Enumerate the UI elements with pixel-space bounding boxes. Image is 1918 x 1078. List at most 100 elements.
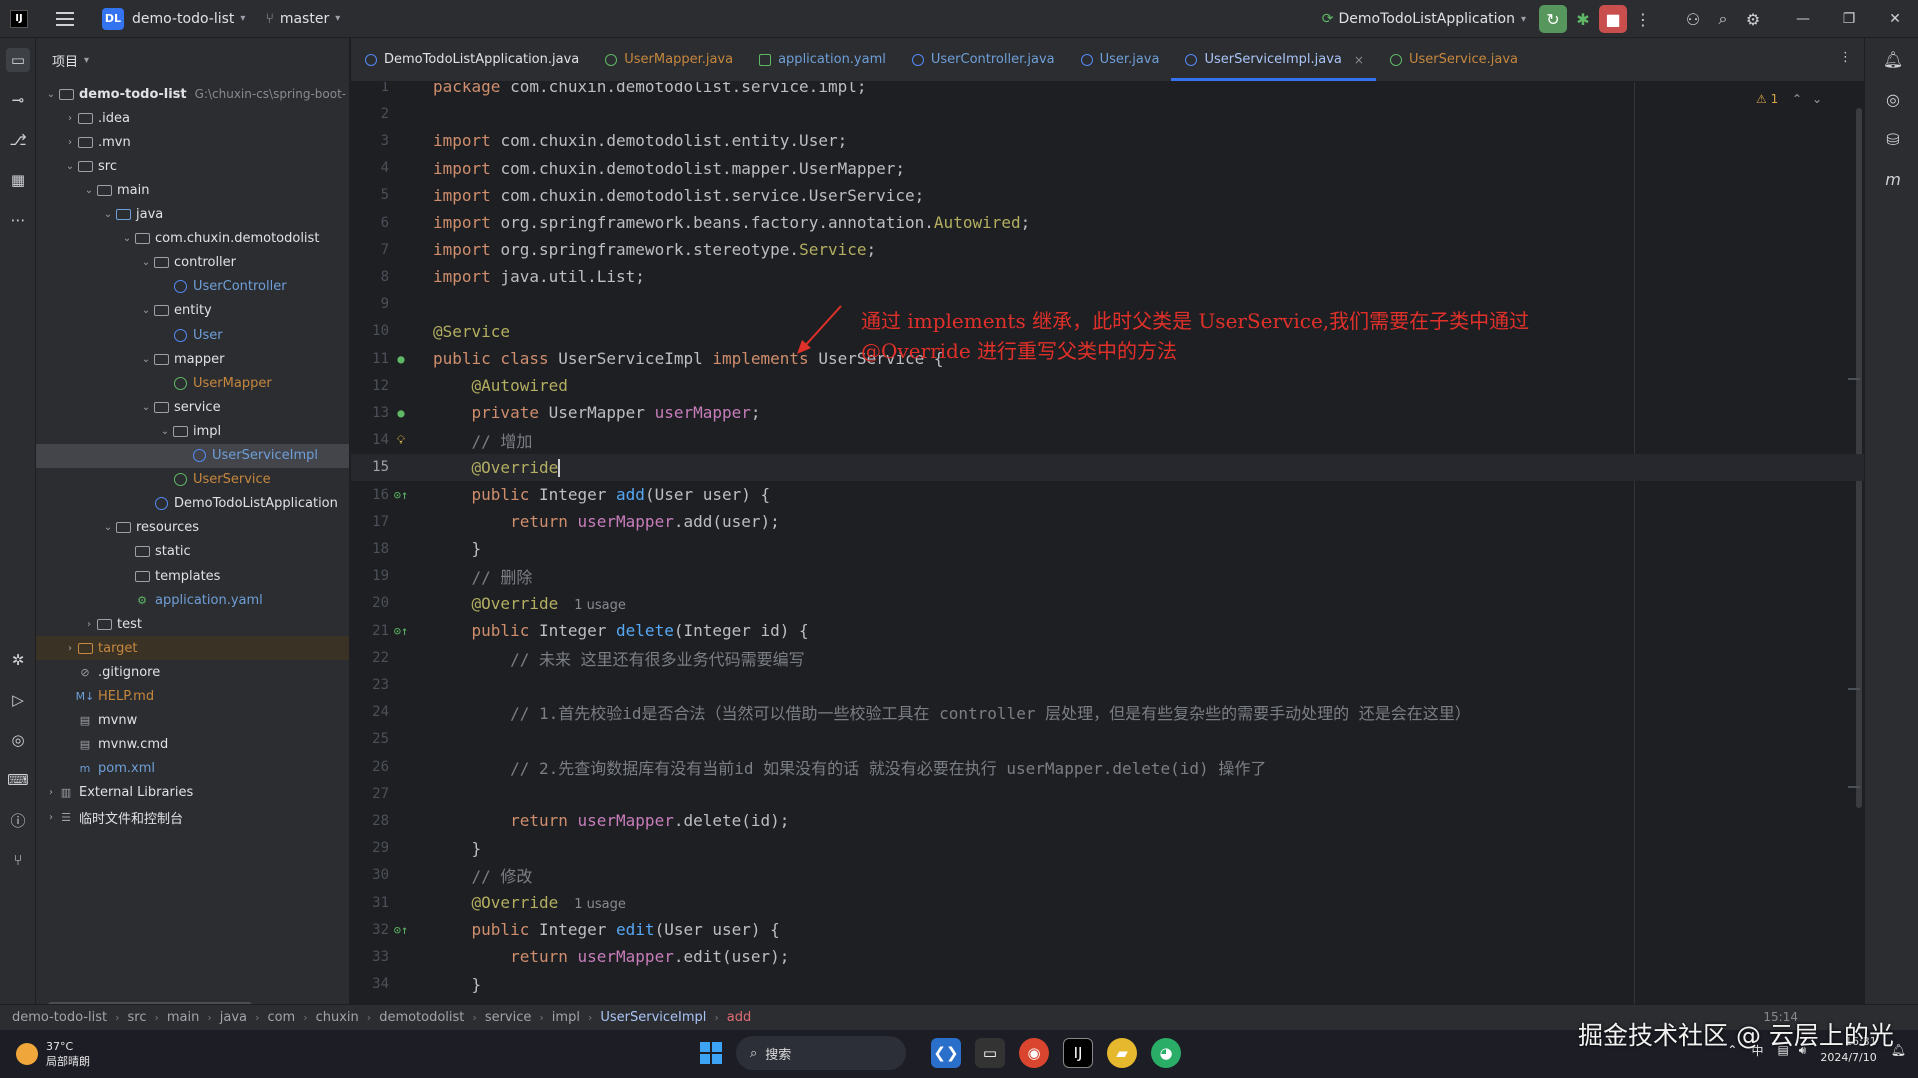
line-number[interactable]: 4 (351, 160, 389, 176)
line-number[interactable]: 32 (351, 922, 389, 938)
more-actions-icon[interactable]: ⋮ (1628, 4, 1658, 34)
services-icon[interactable]: ◎ (6, 728, 30, 752)
line-number[interactable]: 10 (351, 323, 389, 339)
tree-item[interactable]: ▤ mvnw (36, 709, 349, 733)
line-number[interactable]: 9 (351, 296, 389, 312)
line-number[interactable]: 29 (351, 840, 389, 856)
tree-item[interactable]: ⌄ main (36, 178, 349, 202)
line-number[interactable]: 12 (351, 378, 389, 394)
tree-item[interactable]: ⊘ .gitignore (36, 660, 349, 684)
line-number[interactable]: 20 (351, 595, 389, 611)
line-number[interactable]: 17 (351, 514, 389, 530)
code-line[interactable]: 8 import java.util.List; (351, 263, 1864, 290)
tree-item[interactable]: ▤ mvnw.cmd (36, 733, 349, 757)
line-number[interactable]: 18 (351, 541, 389, 557)
breadcrumb-item[interactable]: service (485, 1010, 532, 1025)
editor-tab[interactable]: application.yaml (745, 38, 898, 81)
settings-gear-icon[interactable]: ⚙ (1738, 4, 1768, 34)
chevron-down-icon[interactable]: ⌄ (158, 426, 172, 437)
line-number[interactable]: 21 (351, 623, 389, 639)
code-line[interactable]: 5 import com.chuxin.demotodolist.service.… (351, 182, 1864, 209)
structure-icon[interactable]: ▦ (6, 168, 30, 192)
file-explorer-icon[interactable]: ▰ (1107, 1038, 1137, 1068)
editor-tab[interactable]: UserMapper.java (591, 38, 745, 81)
code-line[interactable]: 12 @Autowired (351, 372, 1864, 399)
commit-icon[interactable]: ⊸ (6, 88, 30, 112)
chrome-icon[interactable]: ◉ (1019, 1038, 1049, 1068)
code-line[interactable]: 31 @Override 1 usage (351, 889, 1864, 916)
code-line[interactable]: 23 (351, 671, 1864, 698)
tree-item[interactable]: DemoTodoListApplication (36, 492, 349, 516)
code-line[interactable]: 32 ⊙↑ public Integer edit(User user) { (351, 916, 1864, 943)
tree-item[interactable]: ⚙ application.yaml (36, 588, 349, 612)
wechat-icon[interactable]: ◕ (1151, 1038, 1181, 1068)
vscode-icon[interactable]: ❮❯ (931, 1038, 961, 1068)
tree-item[interactable]: m pom.xml (36, 757, 349, 781)
notifications-bell-icon[interactable]: 🔔︎ (1882, 48, 1904, 70)
line-number[interactable]: 31 (351, 895, 389, 911)
code-line[interactable]: 30 // 修改 (351, 862, 1864, 889)
tree-item[interactable]: templates (36, 564, 349, 588)
breadcrumb-item[interactable]: demotodolist (379, 1010, 464, 1025)
override-gutter-icon[interactable]: ⊙↑ (393, 624, 409, 638)
tree-item[interactable]: › ▥ External Libraries (36, 781, 349, 805)
line-number[interactable]: 2 (351, 106, 389, 122)
pull-requests-icon[interactable]: ⎇ (6, 128, 30, 152)
tree-item[interactable]: UserMapper (36, 371, 349, 395)
breadcrumb-item[interactable]: chuxin (316, 1010, 359, 1025)
chevron-right-icon[interactable]: › (44, 787, 58, 798)
line-number[interactable]: 3 (351, 133, 389, 149)
intellij-logo-icon[interactable]: IJ (10, 9, 28, 28)
tree-item[interactable]: › target (36, 636, 349, 661)
tree-item[interactable]: ⌄ entity (36, 299, 349, 323)
code-line[interactable]: 24 // 1.首先校验id是否合法（当然可以借助一些校验工具在 control… (351, 699, 1864, 726)
restore-button[interactable]: ❐ (1826, 0, 1872, 38)
spring-bean-gutter-icon[interactable]: ● (393, 352, 409, 366)
tree-item[interactable]: ⌄ demo-todo-list G:\chuxin-cs\spring-boot- (36, 82, 349, 106)
editor-tab[interactable]: UserServiceImpl.java × (1171, 38, 1377, 81)
code-line[interactable]: 29 } (351, 835, 1864, 862)
project-folder-icon[interactable]: ▭ (6, 48, 30, 72)
override-gutter-icon[interactable]: ⊙↑ (393, 923, 409, 937)
chevron-down-icon[interactable]: ⌄ (82, 185, 96, 196)
tree-item[interactable]: ⌄ com.chuxin.demotodolist (36, 227, 349, 251)
line-number[interactable]: 15 (351, 459, 389, 475)
code-line[interactable]: 13 ● private UserMapper userMapper; (351, 399, 1864, 426)
chevron-down-icon[interactable]: ⌄ (139, 354, 153, 365)
tree-item[interactable]: User (36, 323, 349, 347)
project-switcher[interactable]: DL demo-todo-list ▾ (74, 7, 245, 30)
code-line[interactable]: 15 @Override (351, 453, 1864, 481)
code-line[interactable]: 16 ⊙↑ public Integer add(User user) { (351, 481, 1864, 508)
weather-widget[interactable]: 37°C 局部晴朗 (16, 1039, 90, 1069)
close-button[interactable]: ✕ (1872, 0, 1918, 38)
main-menu-icon[interactable] (56, 11, 74, 26)
breadcrumb-item[interactable]: main (167, 1010, 199, 1025)
breadcrumb-item[interactable]: impl (552, 1010, 580, 1025)
code-editor[interactable]: ⚠ 1 ⌃ ⌄ 1 package com.chuxin.demotodolist… (351, 82, 1864, 1012)
windows-start-icon[interactable] (700, 1042, 722, 1064)
chevron-right-icon[interactable]: › (63, 113, 77, 124)
code-line[interactable]: 28 return userMapper.delete(id); (351, 807, 1864, 834)
chevron-right-icon[interactable]: › (63, 643, 77, 654)
project-panel-header[interactable]: 项目 ▾ (36, 38, 349, 82)
line-number[interactable]: 8 (351, 269, 389, 285)
tree-item[interactable]: ⌄ mapper (36, 347, 349, 371)
code-line[interactable]: 19 // 删除 (351, 563, 1864, 590)
editor-tab[interactable]: DemoTodoListApplication.java (351, 38, 591, 81)
code-line[interactable]: 17 return userMapper.add(user); (351, 508, 1864, 535)
line-number[interactable]: 1 (351, 82, 389, 95)
intellij-taskbar-icon[interactable]: IJ (1063, 1038, 1093, 1068)
editor-tab[interactable]: UserService.java (1376, 38, 1530, 81)
override-gutter-icon[interactable]: ⊙↑ (393, 488, 409, 502)
chevron-right-icon[interactable]: › (63, 137, 77, 148)
ai-assistant-icon[interactable]: ◎ (1882, 88, 1904, 110)
breadcrumb-item[interactable]: java (220, 1010, 247, 1025)
close-tab-icon[interactable]: × (1354, 53, 1364, 67)
search-icon[interactable]: ⌕ (1708, 4, 1738, 34)
code-line[interactable]: 14 💡︎ // 增加 (351, 427, 1864, 454)
chevron-down-icon[interactable]: ⌄ (139, 402, 153, 413)
chevron-down-icon[interactable]: ⌄ (44, 89, 58, 100)
code-line[interactable]: 21 ⊙↑ public Integer delete(Integer id) { (351, 617, 1864, 644)
chevron-right-icon[interactable]: › (82, 619, 96, 630)
tree-item[interactable]: › .idea (36, 106, 349, 130)
